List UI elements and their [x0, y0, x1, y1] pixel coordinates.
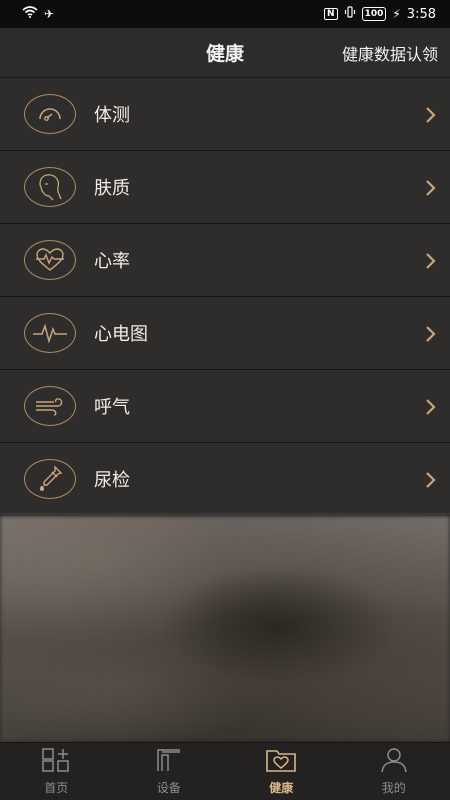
tab-health[interactable]: 健康 — [225, 743, 338, 800]
status-left: ✈ — [22, 6, 54, 22]
vibrate-icon — [344, 6, 356, 22]
device-icon — [154, 747, 184, 777]
chevron-right-icon — [424, 78, 436, 151]
gauge-icon — [24, 94, 76, 134]
chevron-right-icon — [424, 297, 436, 370]
list-item-label: 肤质 — [94, 178, 130, 199]
list-item-urine-test[interactable]: 尿检 — [0, 443, 450, 516]
header: 健康 健康数据认领 — [0, 28, 450, 78]
chevron-right-icon — [424, 370, 436, 443]
background-overlay — [0, 516, 450, 742]
battery-indicator: 100 — [361, 7, 387, 21]
list-item-breath[interactable]: 呼气 — [0, 370, 450, 443]
list-item-label: 体测 — [94, 105, 130, 126]
tab-label: 首页 — [44, 781, 69, 795]
face-profile-icon — [24, 167, 76, 207]
list-item-label: 心电图 — [94, 324, 148, 345]
nfc-icon: N — [324, 8, 338, 20]
list-item-label: 心率 — [94, 251, 130, 272]
list-item-heart-rate[interactable]: 心率 — [0, 224, 450, 297]
tab-profile[interactable]: 我的 — [338, 743, 450, 800]
tab-label: 设备 — [156, 781, 181, 795]
chevron-right-icon — [424, 443, 436, 516]
wifi-icon — [22, 6, 38, 22]
list-item-label: 尿检 — [94, 470, 130, 491]
charging-icon: ⚡ — [392, 7, 401, 21]
list-item-ecg[interactable]: 心电图 — [0, 297, 450, 370]
tab-home[interactable]: 首页 — [0, 743, 113, 800]
health-data-claim-link[interactable]: 健康数据认领 — [342, 28, 438, 78]
list-item-body-test[interactable]: 体测 — [0, 78, 450, 151]
page-title: 健康 — [205, 43, 244, 65]
health-feature-list: 体测 肤质 心率 心电图 呼气 尿检 — [0, 78, 450, 516]
bottom-nav: 首页 设备 健康 我的 — [0, 742, 450, 800]
tab-label: 我的 — [381, 781, 406, 795]
chevron-right-icon — [424, 224, 436, 297]
list-item-skin[interactable]: 肤质 — [0, 151, 450, 224]
status-time: 3:58 — [406, 6, 436, 22]
airplane-icon: ✈ — [44, 7, 55, 21]
breath-icon — [24, 386, 76, 426]
heart-pulse-icon — [24, 240, 76, 280]
status-right: N 100 ⚡ 3:58 — [324, 6, 436, 22]
chevron-right-icon — [424, 151, 436, 224]
ecg-icon — [24, 313, 76, 353]
list-item-label: 呼气 — [94, 397, 130, 418]
status-bar: ✈ N 100 ⚡ 3:58 — [0, 0, 450, 28]
person-icon — [379, 747, 409, 777]
tab-label: 健康 — [269, 781, 294, 795]
tab-device[interactable]: 设备 — [113, 743, 226, 800]
home-grid-icon — [41, 747, 71, 777]
dropper-icon — [24, 459, 76, 499]
health-folder-icon — [265, 747, 297, 777]
